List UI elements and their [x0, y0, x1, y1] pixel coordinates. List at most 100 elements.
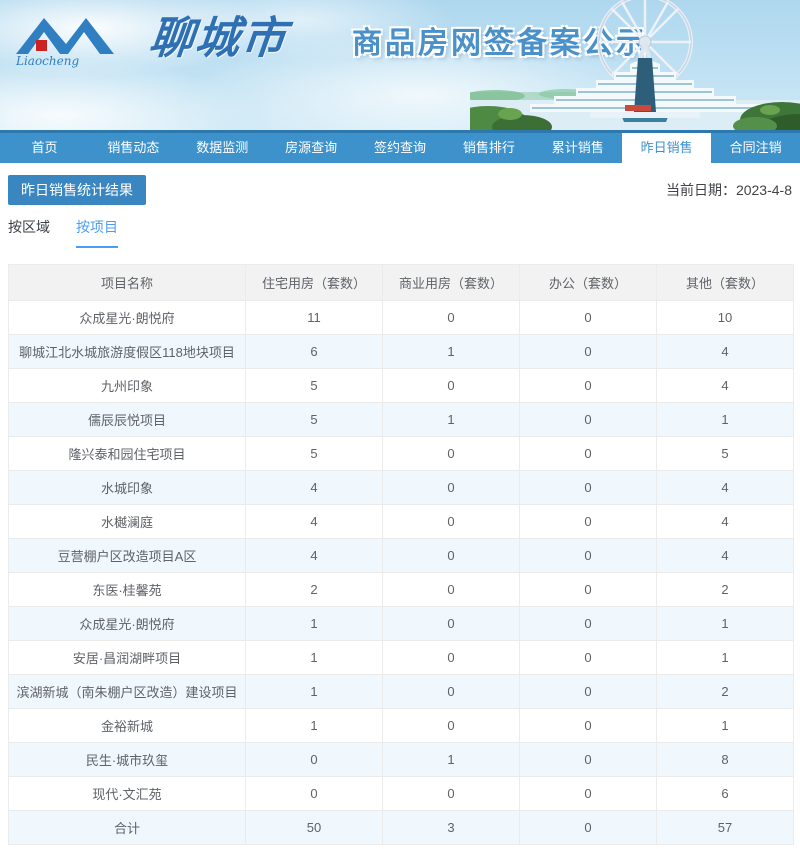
count-cell: 0	[382, 504, 520, 539]
content-area: 昨日销售统计结果 当前日期：2023-4-8 按区域 按项目 项目名称 住宅用房（套…	[0, 175, 800, 845]
count-cell: 4	[245, 504, 383, 539]
count-cell: 0	[519, 742, 657, 777]
count-cell: 0	[519, 334, 657, 369]
table-row: 现代·文汇苑 0 0 0 6	[8, 776, 794, 811]
logo-script-text: Liaocheng	[15, 54, 79, 68]
count-cell: 1	[382, 334, 520, 369]
count-cell: 0	[519, 708, 657, 743]
count-cell: 2	[245, 572, 383, 607]
count-cell: 6	[245, 334, 383, 369]
project-name-cell: 民生·城市玖玺	[8, 742, 246, 777]
count-cell: 0	[382, 776, 520, 811]
count-cell: 1	[656, 708, 794, 743]
table-row: 众成星光·朗悦府 11 0 0 10	[8, 300, 794, 335]
count-cell: 2	[656, 674, 794, 709]
project-name-cell: 合计	[8, 810, 246, 845]
project-name-cell: 九州印象	[8, 368, 246, 403]
table-row: 滨湖新城（南朱棚户区改造）建设项目 1 0 0 2	[8, 674, 794, 709]
count-cell: 0	[519, 606, 657, 641]
count-cell: 6	[656, 776, 794, 811]
nav-item-link[interactable]: 销售动态	[89, 133, 178, 163]
nav-item-link[interactable]: 首页	[0, 133, 89, 163]
nav-item-active[interactable]: 昨日销售	[622, 133, 712, 170]
project-name-cell: 众成星光·朗悦府	[8, 300, 246, 335]
column-header: 项目名称	[8, 264, 246, 301]
count-cell: 0	[382, 470, 520, 505]
count-cell: 4	[656, 368, 794, 403]
count-cell: 1	[245, 674, 383, 709]
table-row: 众成星光·朗悦府 1 0 0 1	[8, 606, 794, 641]
count-cell: 1	[245, 708, 383, 743]
count-cell: 2	[656, 572, 794, 607]
count-cell: 50	[245, 810, 383, 845]
table-row: 九州印象 5 0 0 4	[8, 368, 794, 403]
count-cell: 0	[382, 368, 520, 403]
count-cell: 0	[519, 538, 657, 573]
table-row: 豆营棚户区改造项目A区 4 0 0 4	[8, 538, 794, 573]
count-cell: 4	[656, 538, 794, 573]
table-row: 聊城江北水城旅游度假区118地块项目 6 1 0 4	[8, 334, 794, 369]
count-cell: 0	[519, 470, 657, 505]
count-cell: 1	[656, 606, 794, 641]
count-cell: 0	[245, 776, 383, 811]
count-cell: 1	[245, 640, 383, 675]
current-date-label: 当前日期：2023-4-8	[665, 182, 792, 198]
project-name-cell: 儒辰辰悦项目	[8, 402, 246, 437]
count-cell: 1	[656, 402, 794, 437]
count-cell: 0	[519, 300, 657, 335]
waterfront-photo-illustration	[470, 0, 800, 130]
count-cell: 0	[382, 572, 520, 607]
project-name-cell: 金裕新城	[8, 708, 246, 743]
table-row: 安居·昌润湖畔项目 1 0 0 1	[8, 640, 794, 675]
column-header: 住宅用房（套数）	[245, 264, 383, 301]
table-row: 东医·桂馨苑 2 0 0 2	[8, 572, 794, 607]
project-name-cell: 聊城江北水城旅游度假区118地块项目	[8, 334, 246, 369]
project-name-cell: 滨湖新城（南朱棚户区改造）建设项目	[8, 674, 246, 709]
count-cell: 0	[382, 606, 520, 641]
count-cell: 4	[245, 538, 383, 573]
mountain-m-logo-icon: Liaocheng	[15, 18, 114, 68]
project-name-cell: 水樾澜庭	[8, 504, 246, 539]
count-cell: 0	[382, 640, 520, 675]
count-cell: 4	[656, 334, 794, 369]
column-header: 办公（套数）	[519, 264, 657, 301]
nav-item-link[interactable]: 合同注销	[711, 133, 800, 163]
count-cell: 0	[382, 436, 520, 471]
count-cell: 0	[245, 742, 383, 777]
tab-inactive[interactable]: 按区域	[8, 217, 50, 248]
count-cell: 5	[245, 402, 383, 437]
site-banner: Liaocheng 聊城市 商品房网签备案公示	[0, 0, 800, 130]
count-cell: 1	[245, 606, 383, 641]
total-row: 合计 50 3 0 57	[8, 810, 794, 845]
count-cell: 0	[382, 538, 520, 573]
table-row: 民生·城市玖玺 0 1 0 8	[8, 742, 794, 777]
project-name-cell: 东医·桂馨苑	[8, 572, 246, 607]
table-header-row: 项目名称 住宅用房（套数） 商业用房（套数） 办公（套数） 其他（套数）	[8, 264, 794, 301]
count-cell: 0	[519, 776, 657, 811]
city-name-calligraphy: 聊城市	[146, 13, 291, 64]
nav-item-link[interactable]: 房源查询	[267, 133, 356, 163]
count-cell: 0	[519, 368, 657, 403]
count-cell: 0	[519, 436, 657, 471]
count-cell: 1	[382, 402, 520, 437]
table-row: 隆兴泰和园住宅项目 5 0 0 5	[8, 436, 794, 471]
nav-item-link[interactable]: 销售排行	[444, 133, 533, 163]
project-name-cell: 众成星光·朗悦府	[8, 606, 246, 641]
project-name-cell: 安居·昌润湖畔项目	[8, 640, 246, 675]
nav-item-link[interactable]: 签约查询	[356, 133, 445, 163]
table-row: 金裕新城 1 0 0 1	[8, 708, 794, 743]
count-cell: 4	[656, 504, 794, 539]
tab-active[interactable]: 按项目	[76, 217, 118, 248]
count-cell: 0	[382, 708, 520, 743]
nav-item-link[interactable]: 累计销售	[533, 133, 622, 163]
count-cell: 0	[519, 674, 657, 709]
count-cell: 0	[519, 504, 657, 539]
project-name-cell: 现代·文汇苑	[8, 776, 246, 811]
nav-item-link[interactable]: 数据监测	[178, 133, 267, 163]
count-cell: 5	[656, 436, 794, 471]
view-tabs: 按区域 按项目	[8, 217, 792, 248]
project-name-cell: 豆营棚户区改造项目A区	[8, 538, 246, 573]
count-cell: 3	[382, 810, 520, 845]
count-cell: 5	[245, 436, 383, 471]
count-cell: 4	[656, 470, 794, 505]
